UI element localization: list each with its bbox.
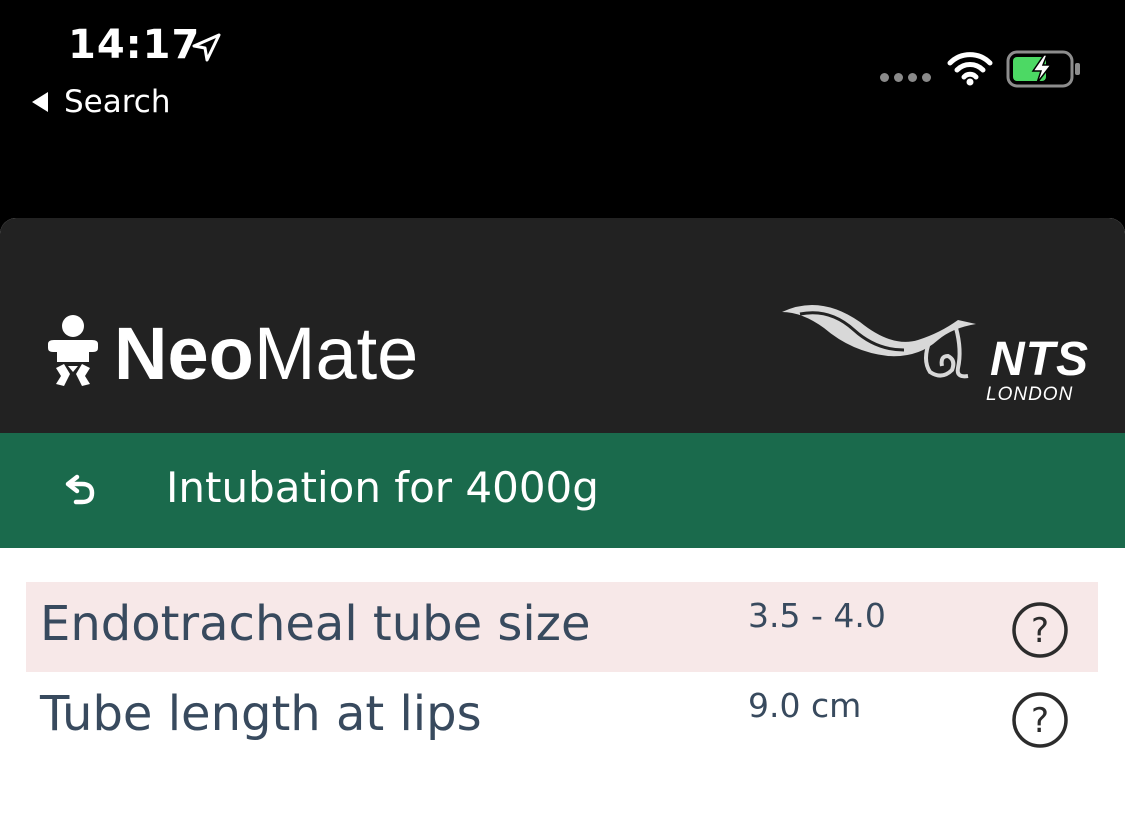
result-row-tube-size: Endotracheal tube size 3.5 - 4.0 ? — [26, 582, 1098, 672]
result-value: 3.5 - 4.0 — [748, 596, 886, 635]
location-arrow-icon — [192, 33, 221, 62]
title-bar: Intubation for 4000g — [0, 433, 1125, 548]
status-time: 14:17 — [68, 22, 201, 68]
page-title: Intubation for 4000g — [166, 463, 599, 512]
back-to-search-button[interactable]: Search — [30, 84, 171, 120]
svg-text:?: ? — [1031, 701, 1049, 741]
result-row-tube-length: Tube length at lips 9.0 cm ? — [26, 672, 1098, 762]
wifi-icon — [947, 52, 993, 86]
result-label: Tube length at lips — [40, 686, 482, 742]
back-search-label: Search — [64, 84, 171, 120]
app-header: NeoMate NTS LONDON — [0, 218, 1125, 433]
nts-london-logo: NTS LONDON — [780, 300, 1100, 410]
undo-icon[interactable] — [62, 471, 100, 509]
neomate-logo: NeoMate — [44, 314, 418, 394]
result-label: Endotracheal tube size — [40, 596, 591, 652]
result-value: 9.0 cm — [748, 686, 862, 725]
brand-wordmark: NeoMate — [114, 317, 418, 391]
stork-emblem-icon — [782, 304, 976, 379]
brand-name-light: Mate — [253, 312, 419, 395]
back-triangle-icon — [32, 92, 48, 112]
app-container: NeoMate NTS LONDON Intubation for 4000g — [0, 218, 1125, 814]
status-bar: 14:17 Search — [0, 0, 1125, 218]
signal-dots-icon — [880, 73, 931, 82]
help-icon[interactable]: ? — [1010, 690, 1070, 750]
help-icon[interactable]: ? — [1010, 600, 1070, 660]
svg-text:?: ? — [1031, 611, 1049, 651]
nts-sub-text: LONDON — [986, 384, 1074, 405]
battery-charging-icon — [1006, 50, 1080, 88]
nts-text: NTS — [990, 333, 1089, 386]
baby-icon — [48, 315, 98, 386]
brand-name-bold: Neo — [114, 312, 254, 395]
screen: 14:17 Search NeoMate NTS LONDON Intubati… — [0, 0, 1125, 814]
